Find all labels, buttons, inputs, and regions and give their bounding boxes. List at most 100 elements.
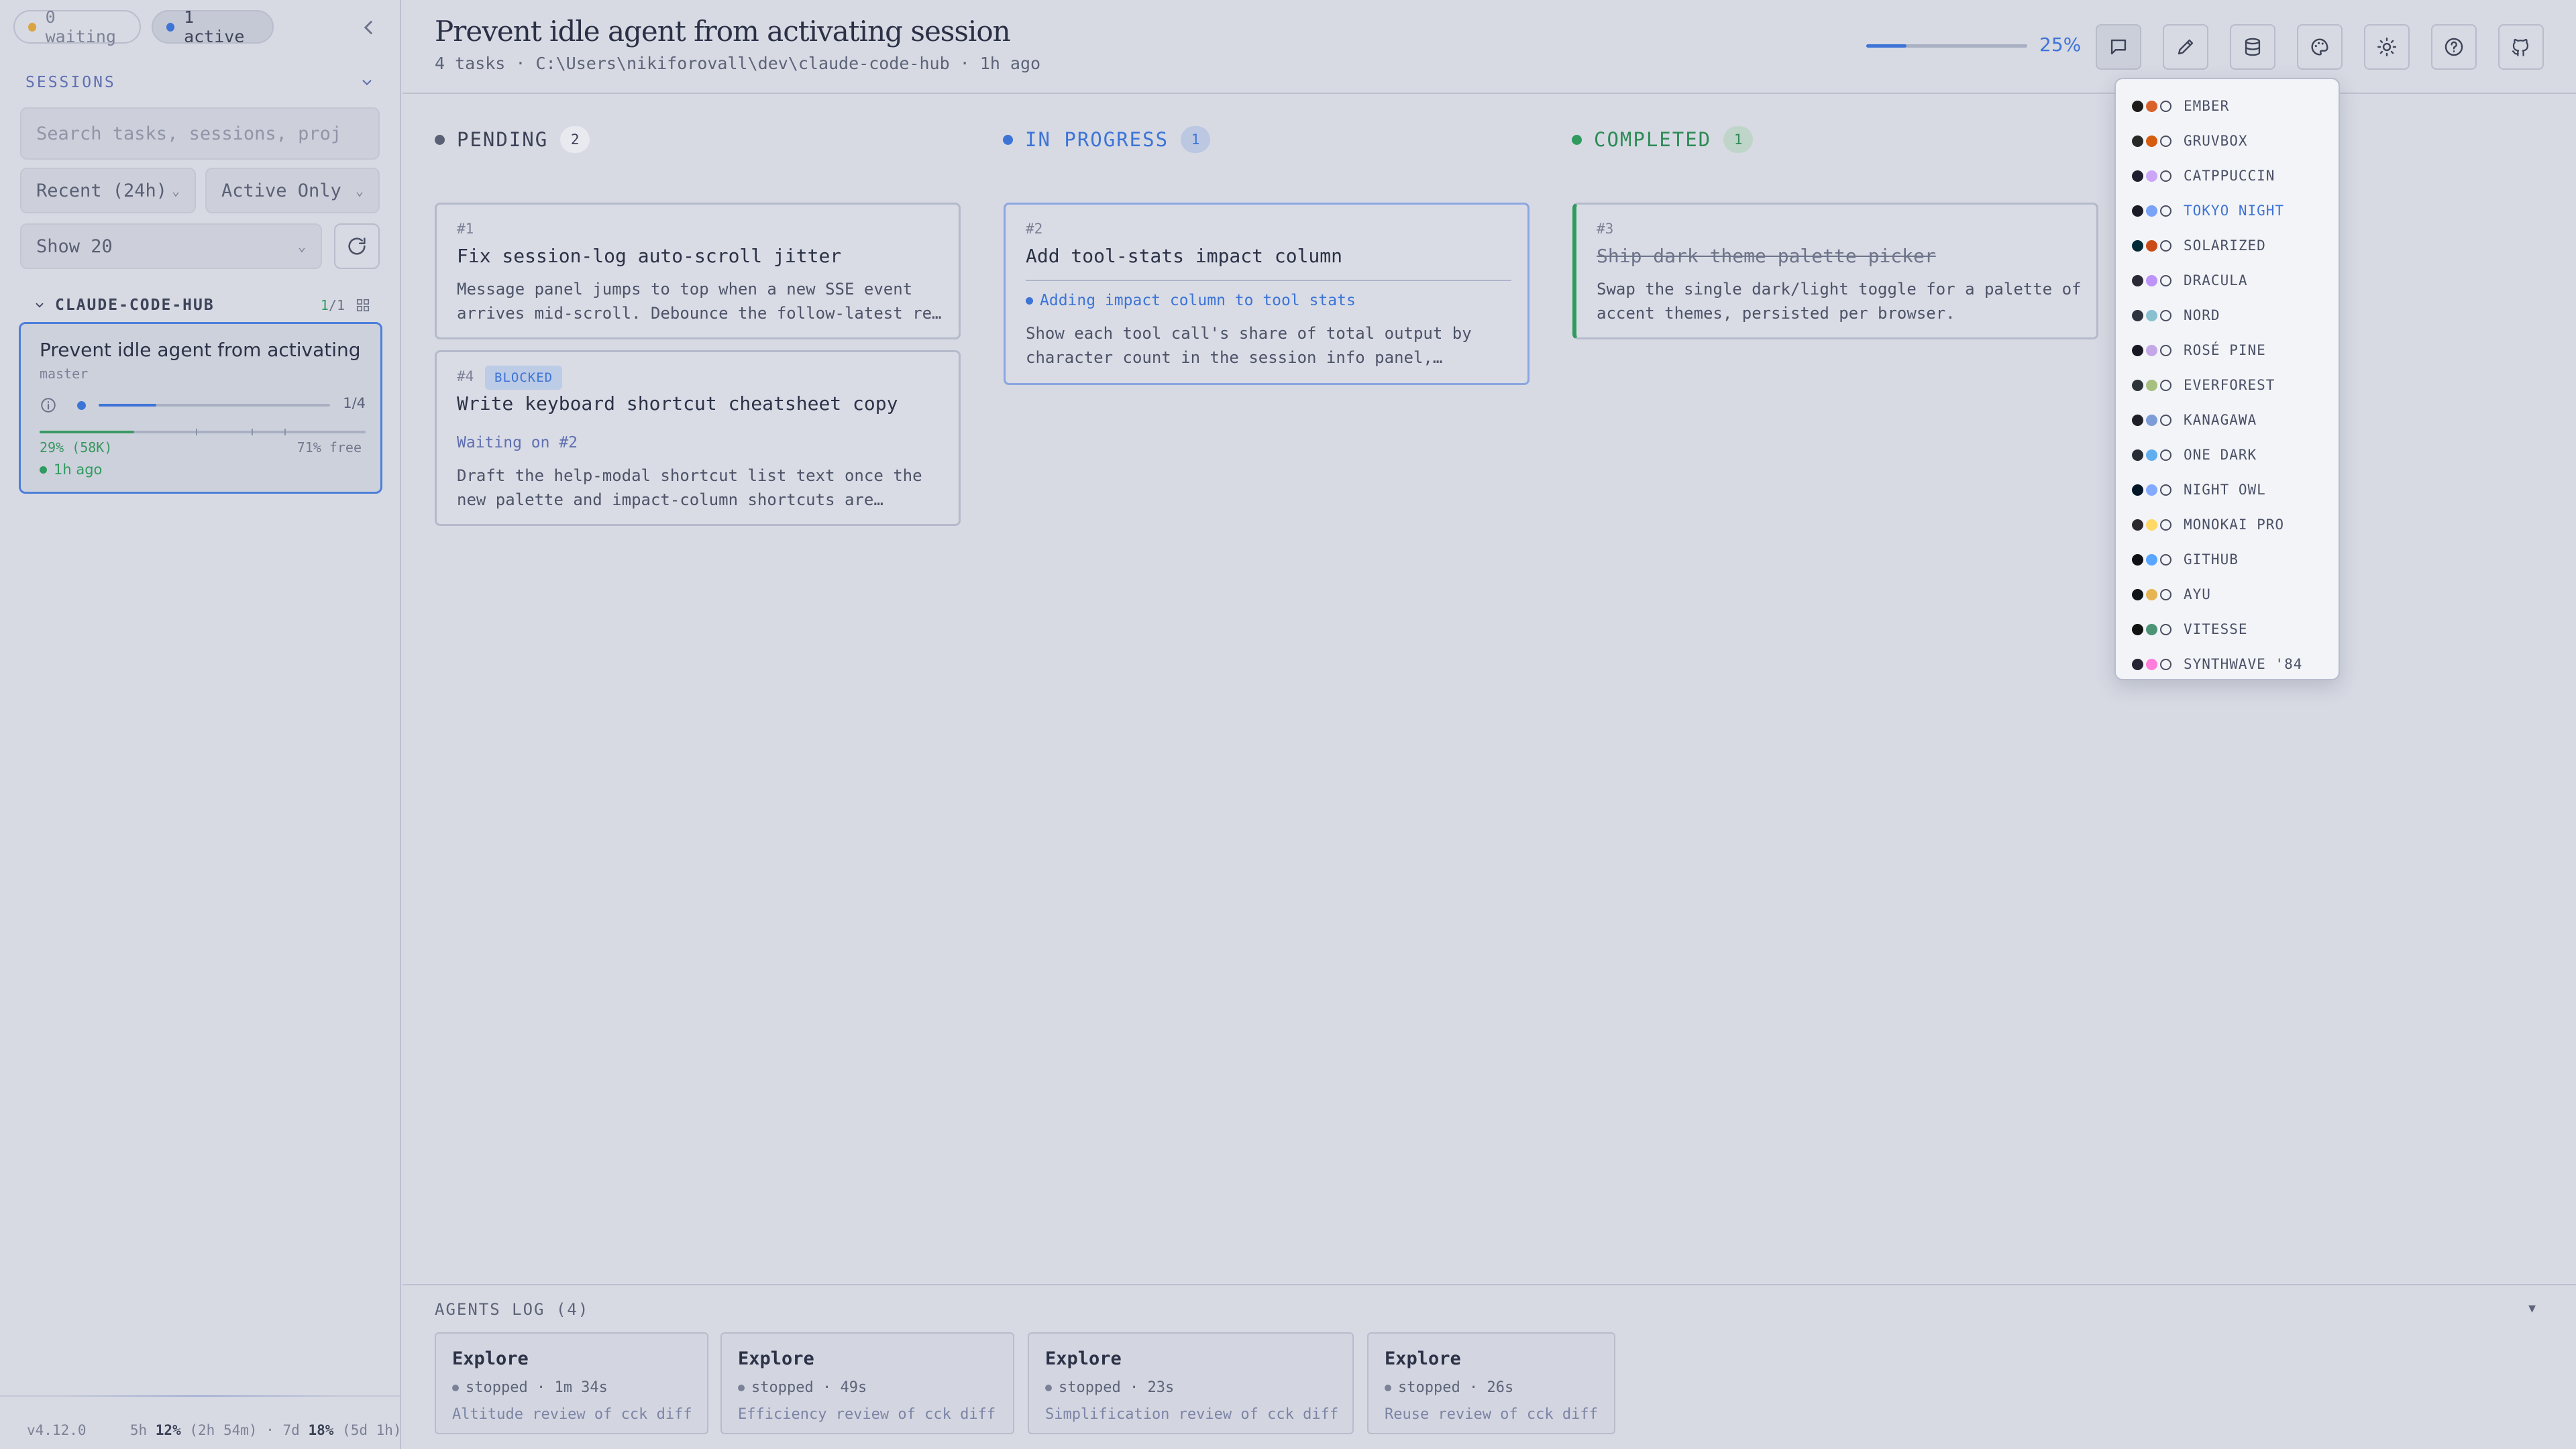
chevron-down-icon: ⌄ (171, 182, 180, 199)
theme-option[interactable]: AYU (2132, 577, 2211, 612)
github-button[interactable] (2498, 24, 2544, 70)
theme-swatch (2132, 100, 2143, 112)
recent-filter-value: Recent (24h) (36, 180, 168, 201)
sessions-header[interactable]: SESSIONS (25, 72, 374, 93)
task-card[interactable]: #4 BLOCKED Write keyboard shortcut cheat… (435, 350, 961, 526)
theme-option[interactable]: VITESSE (2132, 612, 2248, 647)
chevron-down-icon[interactable] (34, 299, 46, 311)
usage-7d-time: (5d 1h) (342, 1422, 402, 1438)
palette-button[interactable] (2297, 24, 2343, 70)
agents-log-panel: AGENTS LOG (4) ▼ Explore stopped · 1m 34… (402, 1284, 2576, 1449)
theme-option[interactable]: TOKYO NIGHT (2132, 193, 2284, 228)
page-meta: 4 tasks · C:\Users\nikiforovall\dev\clau… (435, 54, 1041, 73)
completed-dot (1572, 134, 1582, 145)
active-filter-value: Active Only (221, 180, 341, 201)
theme-swatch (2146, 414, 2157, 426)
waiting-pill-label: 0 waiting (45, 7, 116, 46)
theme-option[interactable]: NORD (2132, 298, 2220, 333)
theme-swatch (2146, 553, 2157, 566)
column-label: PENDING (457, 128, 549, 151)
theme-swatch (2146, 344, 2157, 356)
theme-option[interactable]: CATPPUCCIN (2132, 158, 2275, 193)
active-pill-label: 1 active (184, 7, 245, 46)
theme-swatch (2146, 170, 2157, 182)
usage-7d-pct: 18% (308, 1422, 334, 1438)
theme-option[interactable]: EMBER (2132, 89, 2229, 123)
agent-card[interactable]: Explore stopped · 1m 34s Altitude review… (435, 1332, 708, 1434)
usage-7d-label: 7d (282, 1422, 300, 1438)
session-progress-fill (99, 404, 157, 407)
chevron-left-icon[interactable] (357, 16, 380, 39)
edit-button[interactable] (2163, 24, 2208, 70)
theme-name: TOKYO NIGHT (2184, 203, 2285, 219)
chat-icon (2110, 39, 2127, 55)
context-used: 29% (58K) (40, 439, 113, 455)
theme-swatch (2146, 449, 2157, 461)
theme-option[interactable]: GRUVBOX (2132, 123, 2248, 158)
task-card[interactable]: #3 Ship dark theme palette picker Swap t… (1572, 203, 2098, 339)
theme-option[interactable]: ROSÉ PINE (2132, 333, 2266, 368)
search-input[interactable]: Search tasks, sessions, projects... (20, 107, 380, 160)
theme-name: GRUVBOX (2184, 133, 2248, 149)
chevron-down-icon: ⌄ (297, 238, 306, 254)
task-card[interactable]: #2 Add tool-stats impact column Adding i… (1004, 203, 1529, 385)
theme-name: ROSÉ PINE (2184, 342, 2266, 358)
chat-button[interactable] (2096, 24, 2141, 70)
collapse-toggle-icon[interactable]: ▼ (2528, 1301, 2536, 1316)
task-description: Draft the help-modal shortcut list text … (457, 466, 922, 509)
active-filter-select[interactable]: Active Only ⌄ (205, 168, 380, 213)
context-usage-fill (40, 431, 134, 433)
recent-filter-select[interactable]: Recent (24h) ⌄ (20, 168, 196, 213)
theme-swatch (2132, 449, 2143, 461)
theme-option[interactable]: GITHUB (2132, 542, 2239, 577)
database-icon (2245, 38, 2261, 56)
agent-card[interactable]: Explore stopped · 26s Reuse review of cc… (1367, 1332, 1615, 1434)
page-title: Prevent idle agent from activating sessi… (435, 15, 1011, 48)
column-header-in-progress: IN PROGRESS 1 (1003, 126, 1211, 153)
theme-swatch (2132, 309, 2143, 321)
agent-name: Explore (452, 1348, 529, 1369)
theme-option[interactable]: EVERFOREST (2132, 368, 2275, 402)
usage-separator: · (266, 1422, 274, 1438)
agent-status: stopped · 1m 34s (466, 1379, 608, 1396)
agent-card[interactable]: Explore stopped · 49s Efficiency review … (720, 1332, 1014, 1434)
theme-option[interactable]: DRACULA (2132, 263, 2248, 298)
theme-swatch (2132, 414, 2143, 426)
theme-option[interactable]: SYNTHWAVE '84 (2132, 647, 2302, 682)
project-name: CLAUDE-CODE-HUB (55, 297, 215, 314)
theme-option[interactable]: KANAGAWA (2132, 402, 2257, 437)
theme-option[interactable]: ONE DARK (2132, 437, 2257, 472)
theme-swatch (2160, 170, 2171, 182)
theme-option[interactable]: MONOKAI PRO (2132, 507, 2284, 542)
theme-name: AYU (2184, 586, 2211, 602)
theme-option[interactable]: NIGHT OWL (2132, 472, 2266, 507)
refresh-button[interactable] (334, 223, 380, 269)
grid-icon[interactable] (356, 298, 370, 313)
session-progress-track (99, 404, 330, 407)
task-id: #3 (1597, 221, 1614, 237)
theme-option[interactable]: SOLARIZED (2132, 228, 2266, 263)
usage-5h-time: (2h 54m) (189, 1422, 258, 1438)
agent-card[interactable]: Explore stopped · 23s Simplification rev… (1028, 1332, 1354, 1434)
theme-swatch (2160, 553, 2171, 566)
active-filter-pill[interactable]: 1 active (152, 7, 274, 46)
theme-name: KANAGAWA (2184, 412, 2257, 428)
chevron-down-icon[interactable] (360, 75, 374, 90)
info-icon[interactable] (40, 396, 57, 414)
overall-progress-label: 25% (2039, 34, 2082, 56)
waiting-filter-pill[interactable]: 0 waiting (13, 7, 141, 46)
context-free: 71% free (297, 439, 362, 455)
agent-status: stopped · 49s (751, 1379, 867, 1396)
active-dot (166, 22, 175, 32)
theme-swatch (2160, 309, 2171, 321)
help-button[interactable] (2431, 24, 2477, 70)
show-count-select[interactable]: Show 20 ⌄ (20, 223, 322, 269)
theme-name: EMBER (2184, 98, 2230, 114)
project-group-header[interactable]: CLAUDE-CODE-HUB 1/1 (34, 295, 370, 315)
theme-swatch (2146, 658, 2157, 670)
theme-toggle-button[interactable] (2364, 24, 2410, 70)
task-title: Ship dark theme palette picker (1597, 245, 1936, 267)
database-button[interactable] (2230, 24, 2275, 70)
task-card[interactable]: #1 Fix session-log auto-scroll jitter Me… (435, 203, 961, 339)
session-card[interactable]: Prevent idle agent from activating sessi… (19, 322, 382, 494)
